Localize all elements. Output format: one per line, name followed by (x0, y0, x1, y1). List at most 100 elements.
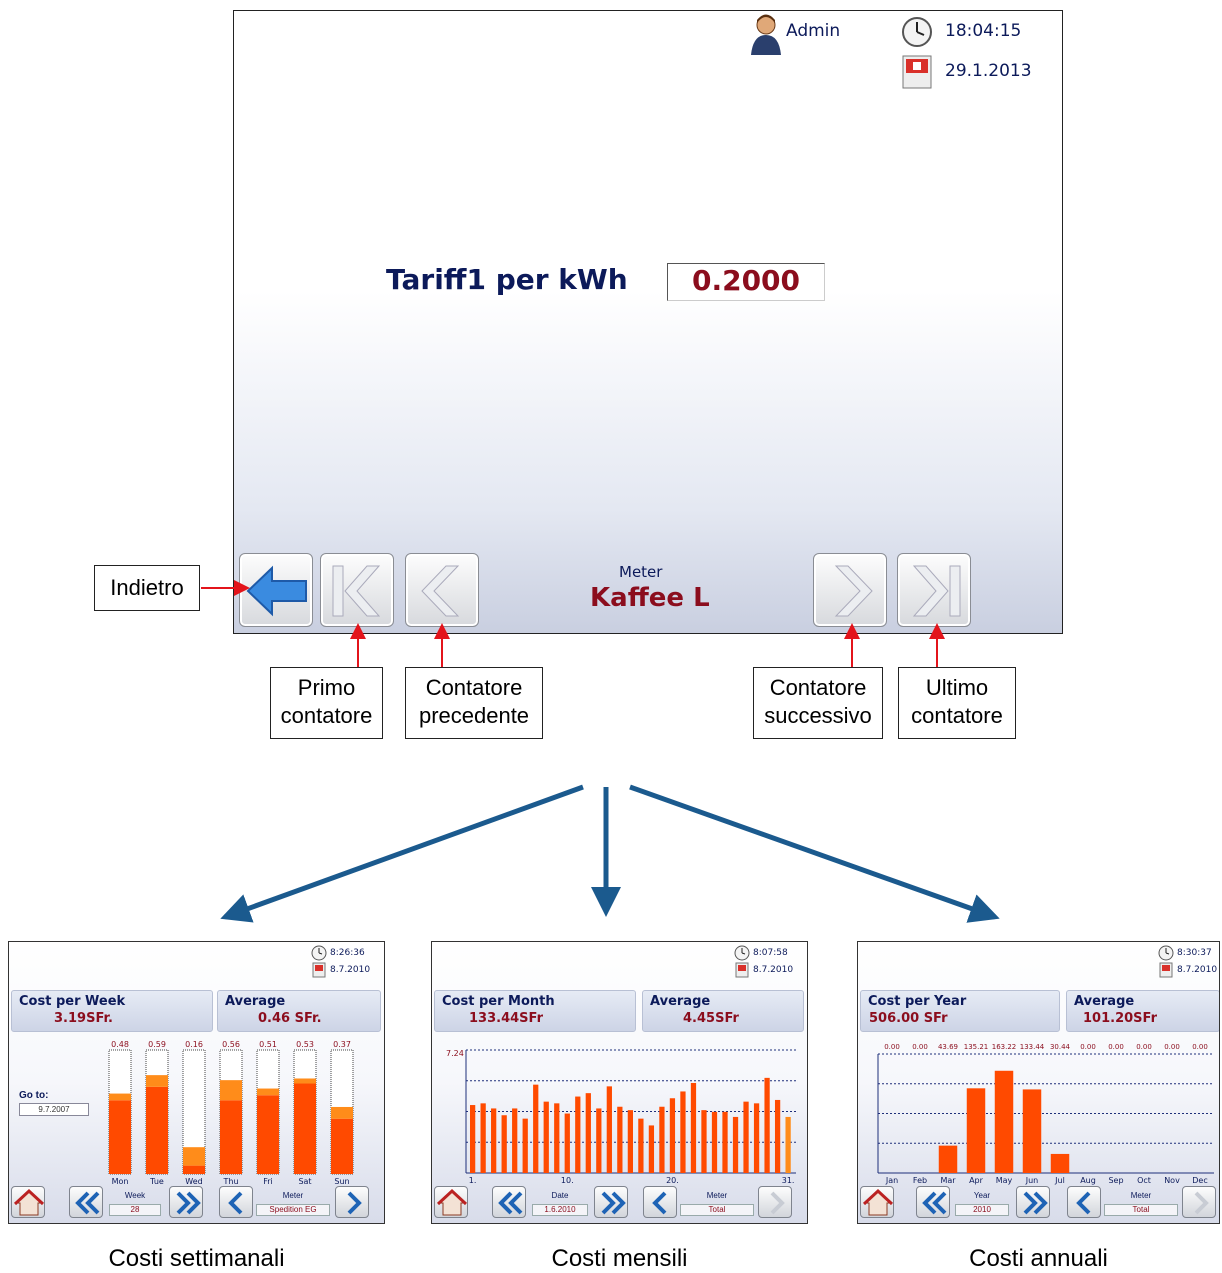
clock-icon (311, 945, 327, 961)
bar (764, 1077, 770, 1173)
double-chevron-left-icon (922, 1191, 947, 1215)
bar (753, 1103, 760, 1173)
chevron-left-icon (1076, 1191, 1091, 1215)
next-meter-button[interactable] (758, 1186, 792, 1218)
x-tick-label: Sun (334, 1177, 349, 1186)
home-button[interactable] (434, 1186, 468, 1218)
x-tick-label: Tue (149, 1177, 164, 1186)
weekly-average-title: Average (225, 994, 286, 1009)
bar-segment (109, 1100, 131, 1174)
prev-meter-button[interactable] (219, 1186, 253, 1218)
bar-value-label: 0.00 (1136, 1043, 1152, 1051)
x-tick-label: Feb (913, 1176, 927, 1185)
bar-segment (294, 1083, 316, 1174)
home-button[interactable] (11, 1186, 45, 1218)
weekly-average-value: 0.46 SFr. (258, 1011, 322, 1026)
double-chevron-right-icon (601, 1191, 626, 1215)
bar (722, 1111, 728, 1173)
weekly-caption: Costi settimanali (108, 1245, 285, 1272)
meter-value[interactable]: Total (1104, 1204, 1178, 1216)
prev-week-button[interactable] (69, 1186, 103, 1218)
next-week-button[interactable] (169, 1186, 203, 1218)
prev-year-button[interactable] (916, 1186, 950, 1218)
bar-value-label: 0.53 (296, 1040, 314, 1049)
x-tick-label: 1. (469, 1176, 477, 1185)
bar-segment (146, 1075, 168, 1087)
bar-segment (331, 1106, 353, 1119)
yearly-cost-title: Cost per Year (868, 994, 967, 1009)
monthly-time: 8:07:58 (753, 948, 788, 958)
yearly-average-value: 101.20SFr (1083, 1011, 1157, 1026)
monthly-average-card: Average 4.45SFr (642, 990, 804, 1032)
x-tick-label: Fri (263, 1177, 273, 1186)
bar-value-label: 43.69 (938, 1043, 958, 1051)
next-meter-button[interactable] (1182, 1186, 1216, 1218)
weekly-date: 8.7.2010 (330, 965, 371, 975)
meter-value[interactable]: Total (680, 1204, 754, 1216)
bar (575, 1096, 581, 1173)
double-chevron-left-icon (498, 1191, 523, 1215)
x-tick-label: Mon (112, 1177, 129, 1186)
bar-value-label: 0.48 (111, 1040, 129, 1049)
weekly-cost-value: 3.19SFr. (54, 1011, 113, 1026)
prev-meter-button[interactable] (1067, 1186, 1101, 1218)
monthly-average-value: 4.45SFr (683, 1011, 739, 1026)
bar (1050, 1153, 1070, 1173)
x-tick-label: Thu (222, 1177, 238, 1186)
meter-label: Meter (1130, 1191, 1152, 1200)
bar (533, 1084, 539, 1173)
bar-segment (220, 1080, 242, 1101)
goto-date-input[interactable]: 9.7.2007 (19, 1103, 89, 1116)
bar (501, 1115, 507, 1173)
bar (669, 1098, 676, 1173)
calendar-icon (312, 962, 326, 978)
weekly-cost-title: Cost per Week (19, 994, 126, 1009)
bar (564, 1113, 570, 1173)
monthly-chart: 7.24 1. 10. 20. 31. (446, 1049, 796, 1185)
clock-icon (1158, 945, 1174, 961)
home-icon (436, 1188, 468, 1216)
bar (966, 1088, 986, 1173)
prev-date-button[interactable] (492, 1186, 526, 1218)
week-value[interactable]: 28 (109, 1204, 161, 1216)
monthly-cost-card: Cost per Month 133.44SFr (434, 990, 636, 1032)
next-year-button[interactable] (1016, 1186, 1050, 1218)
weekly-time: 8:26:36 (330, 948, 365, 958)
bar (743, 1101, 749, 1173)
x-tick-label: May (996, 1176, 1013, 1185)
year-label: Year (973, 1191, 991, 1200)
x-tick-label: Jan (885, 1176, 898, 1185)
meter-value[interactable]: Spedition EG (256, 1204, 330, 1216)
next-meter-button[interactable] (335, 1186, 369, 1218)
bar-segment (146, 1086, 168, 1174)
bar (1022, 1089, 1042, 1173)
home-button[interactable] (860, 1186, 894, 1218)
week-label: Week (124, 1191, 146, 1200)
bar (638, 1118, 644, 1173)
bar (470, 1105, 476, 1173)
bar-value-label: 0.00 (1108, 1043, 1124, 1051)
weekly-average-card: Average 0.46 SFr. (217, 990, 381, 1032)
next-date-button[interactable] (594, 1186, 628, 1218)
chevron-right-icon (1194, 1191, 1209, 1215)
yearly-average-title: Average (1074, 994, 1135, 1009)
bar-value-label: 0.16 (185, 1040, 203, 1049)
clock-icon (734, 945, 750, 961)
bar-segment (331, 1118, 353, 1174)
meter-label: Meter (706, 1191, 728, 1200)
bar (732, 1116, 739, 1173)
prev-meter-button[interactable] (643, 1186, 677, 1218)
date-value[interactable]: 1.6.2010 (532, 1204, 588, 1216)
bar (711, 1111, 718, 1173)
x-tick-label: 20. (666, 1176, 679, 1185)
x-tick-label: Aug (1080, 1176, 1096, 1185)
bar-value-label: 0.51 (259, 1040, 277, 1049)
chevron-right-icon (347, 1191, 362, 1215)
bar-segment (183, 1165, 205, 1174)
year-value[interactable]: 2010 (955, 1204, 1009, 1216)
bar-value-label: 0.37 (333, 1040, 351, 1049)
monthly-average-title: Average (650, 994, 711, 1009)
bar-value-label: 133.44 (1020, 1043, 1045, 1051)
bar (680, 1091, 686, 1173)
monthly-date: 8.7.2010 (753, 965, 794, 975)
